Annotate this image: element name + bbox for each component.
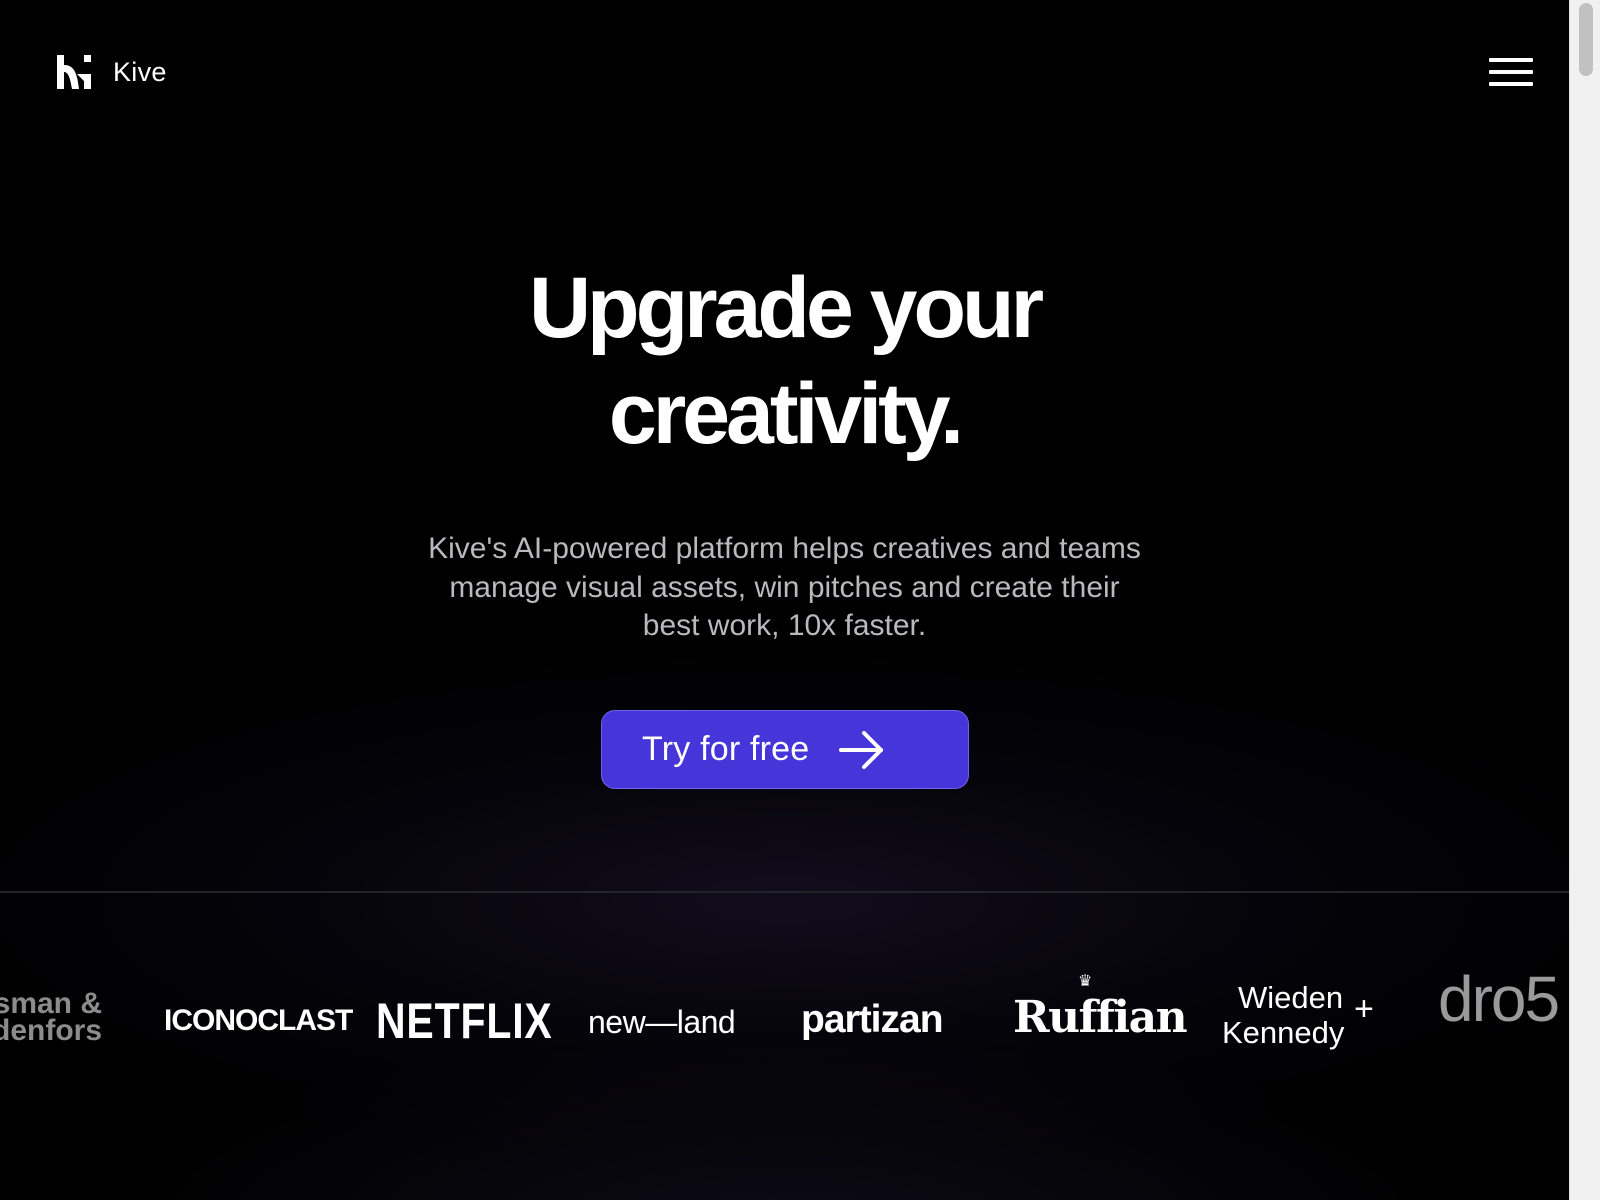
- logo-text: Kive: [113, 56, 167, 87]
- section-divider: [0, 891, 1569, 893]
- kive-logo-icon: [57, 55, 91, 89]
- forsman-logo-line-1: sman &: [0, 987, 103, 1020]
- client-logo-strip: sman & denfors ICONOCLAST NETFLIX new—la…: [0, 960, 1569, 1070]
- scrollbar-thumb[interactable]: [1579, 3, 1593, 76]
- iconoclast-logo: ICONOCLAST: [164, 1004, 353, 1037]
- vertical-scrollbar[interactable]: [1569, 0, 1600, 1200]
- landing-page: Kive Upgrade your creativity. Kive's AI-…: [0, 0, 1569, 1200]
- wieden-logo-line-1: Wieden: [1238, 980, 1344, 1015]
- hamburger-menu-icon-bar-bottom: [1489, 82, 1533, 86]
- site-header: Kive: [0, 0, 1569, 140]
- wieden-plus-mark: +: [1354, 990, 1374, 1028]
- hero-title-line-1: Upgrade your: [528, 260, 1044, 356]
- kive-logo-link[interactable]: Kive: [57, 55, 167, 89]
- hero-title-line-2: creativity.: [608, 366, 964, 462]
- wieden-logo-line-2: Kennedy: [1222, 1015, 1345, 1050]
- new-land-logo: new—land: [588, 1004, 736, 1040]
- hamburger-menu-icon-bar-middle: [1489, 70, 1533, 74]
- droga5-logo: dro5: [1438, 963, 1560, 1035]
- partizan-logo: partizan: [801, 998, 944, 1041]
- wieden-kennedy-logo: Wieden Kennedy: [1222, 980, 1344, 1050]
- arrow-right-icon: [839, 730, 884, 769]
- ruffian-crown-icon: ♛: [1078, 973, 1093, 990]
- netflix-logo: NETFLIX: [376, 993, 553, 1049]
- forsman-bodenfors-logo: sman & denfors: [0, 987, 103, 1047]
- hamburger-menu-icon-bar-top: [1489, 58, 1533, 62]
- try-for-free-button[interactable]: Try for free: [601, 710, 969, 789]
- cta-label: Try for free: [642, 730, 810, 768]
- forsman-logo-line-2: denfors: [0, 1014, 103, 1047]
- hero-subtitle: Kive's AI-powered platform helps creativ…: [428, 532, 1141, 642]
- hero-title: Upgrade your creativity.: [0, 255, 1569, 467]
- hamburger-menu-button[interactable]: [1489, 56, 1533, 88]
- ruffian-logo: Ruffian: [1013, 992, 1188, 1043]
